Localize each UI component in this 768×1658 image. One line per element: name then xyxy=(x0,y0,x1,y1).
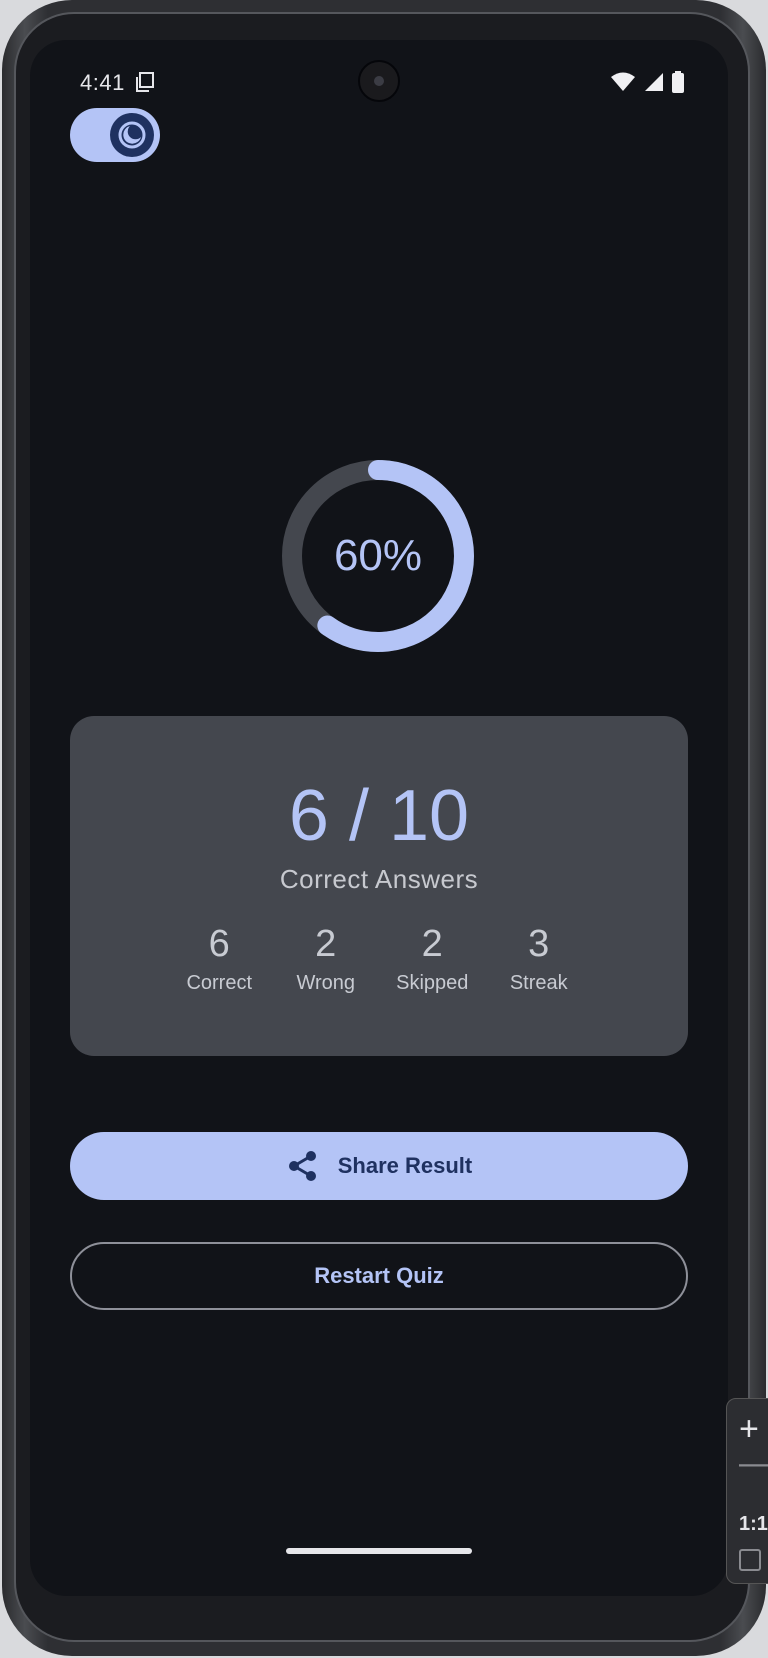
battery-icon xyxy=(672,71,684,93)
stat-wrong: 2 Wrong xyxy=(273,922,380,995)
share-icon xyxy=(288,1151,316,1181)
restart-quiz-button[interactable]: Restart Quiz xyxy=(70,1242,688,1310)
theme-toggle-thumb xyxy=(110,113,154,157)
sim-card-icon xyxy=(136,72,154,92)
stat-label: Wrong xyxy=(296,972,356,994)
stat-streak: 3 Streak xyxy=(486,922,593,995)
emulator-zoom-panel: + — 1:1 xyxy=(726,1398,768,1584)
share-result-label: Share Result xyxy=(337,1153,473,1178)
home-indicator[interactable] xyxy=(286,1548,472,1554)
front-camera xyxy=(358,60,400,102)
app-screen: 4:41 60% 6 / 10 Correct Answers 6 Correc… xyxy=(30,40,728,1596)
stat-label: Skipped xyxy=(396,972,469,994)
signal-icon xyxy=(645,73,663,91)
stat-value: 3 xyxy=(528,923,550,965)
score-subtitle: Correct Answers xyxy=(279,864,479,894)
zoom-ratio-button[interactable]: 1:1 xyxy=(739,1513,768,1536)
theme-toggle[interactable] xyxy=(70,108,160,162)
stat-label: Streak xyxy=(509,972,568,994)
zoom-out-button[interactable]: — xyxy=(739,1443,768,1483)
wifi-icon xyxy=(611,72,635,91)
score-total: 6 / 10 xyxy=(288,776,470,856)
stat-value: 2 xyxy=(421,923,443,965)
stat-value: 6 xyxy=(208,923,230,965)
stat-value: 2 xyxy=(315,923,337,965)
stat-skipped: 2 Skipped xyxy=(379,922,486,995)
device-frame: 4:41 60% 6 / 10 Correct Answers 6 Correc… xyxy=(0,0,768,1658)
stat-label: Correct xyxy=(186,972,253,994)
stats-row: 6 Correct 2 Wrong 2 Skipped 3 Streak xyxy=(166,922,592,995)
share-result-button[interactable]: Share Result xyxy=(70,1132,688,1200)
status-time: 4:41 xyxy=(80,70,125,95)
restart-quiz-label: Restart Quiz xyxy=(314,1263,444,1288)
score-card: 6 / 10 Correct Answers 6 Correct 2 Wrong… xyxy=(70,716,688,1056)
status-icons xyxy=(610,70,684,94)
progress-percent: 60% xyxy=(333,531,423,580)
moon-icon xyxy=(118,121,146,149)
stat-correct: 6 Correct xyxy=(166,922,273,995)
zoom-fit-icon[interactable] xyxy=(739,1549,761,1571)
